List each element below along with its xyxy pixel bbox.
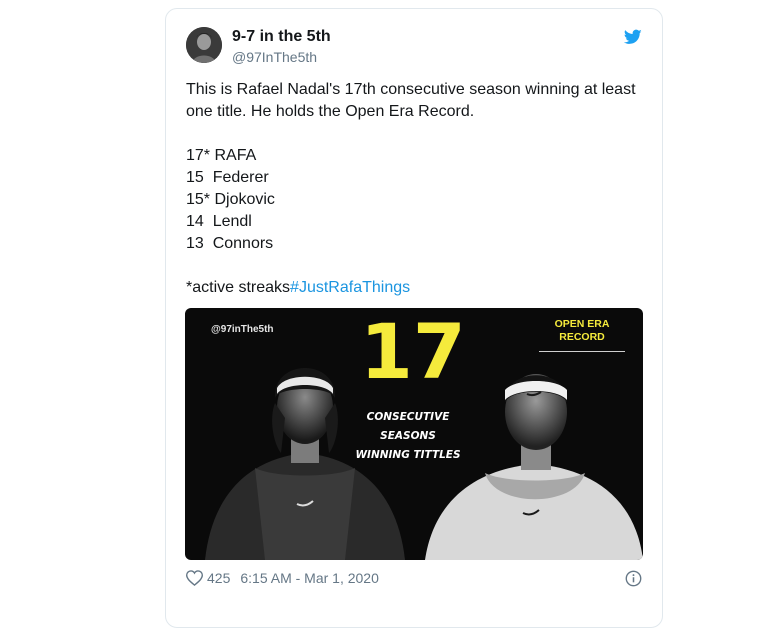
tweet-paragraph: This is Rafael Nadal's 17th consecutive … [186, 81, 636, 120]
list-item: 14 Lendl [186, 213, 252, 230]
caption-line: WINNING TITTLES [355, 449, 461, 461]
right-player-figure [425, 374, 643, 560]
list-item: 17* RAFA [186, 147, 257, 164]
caption-line: CONSECUTIVE [366, 411, 450, 423]
tweet-text: This is Rafael Nadal's 17th consecutive … [186, 79, 646, 299]
avatar[interactable] [186, 27, 222, 63]
tweet-card[interactable]: 9-7 in the 5th @97InThe5th This is Rafae… [165, 8, 663, 628]
caption-line: SEASONS [380, 430, 436, 442]
handle[interactable]: @97InThe5th [232, 49, 317, 65]
info-icon[interactable] [625, 570, 642, 587]
list-item: 15* Djokovic [186, 191, 275, 208]
media-watermark: @97inThe5th [211, 324, 274, 335]
list-item: 15 Federer [186, 169, 269, 186]
footnote-line: *active streaks#JustRafaThings [186, 277, 646, 299]
display-name[interactable]: 9-7 in the 5th [232, 28, 331, 46]
tweet-footer: 425 6:15 AM - Mar 1, 2020 [186, 570, 379, 586]
badge-line: OPEN ERA [554, 318, 610, 330]
media-caption: CONSECUTIVE SEASONS WINNING TITTLES [347, 408, 469, 465]
footnote: *active streaks [186, 279, 291, 296]
like-count[interactable]: 425 [207, 570, 230, 586]
record-badge: OPEN ERA RECORD [537, 318, 627, 344]
tweet-media-image[interactable]: @97inThe5th 17 CONSECUTIVE SEASONS WINNI… [185, 308, 643, 560]
hashtag-link[interactable]: #JustRafaThings [290, 279, 410, 296]
heart-icon[interactable] [186, 570, 203, 586]
list-item: 13 Connors [186, 235, 274, 252]
timestamp[interactable]: 6:15 AM - Mar 1, 2020 [240, 570, 379, 586]
big-number: 17 [360, 308, 466, 396]
badge-line: RECORD [559, 331, 605, 343]
twitter-bird-icon[interactable] [624, 29, 642, 45]
badge-divider [539, 351, 625, 352]
